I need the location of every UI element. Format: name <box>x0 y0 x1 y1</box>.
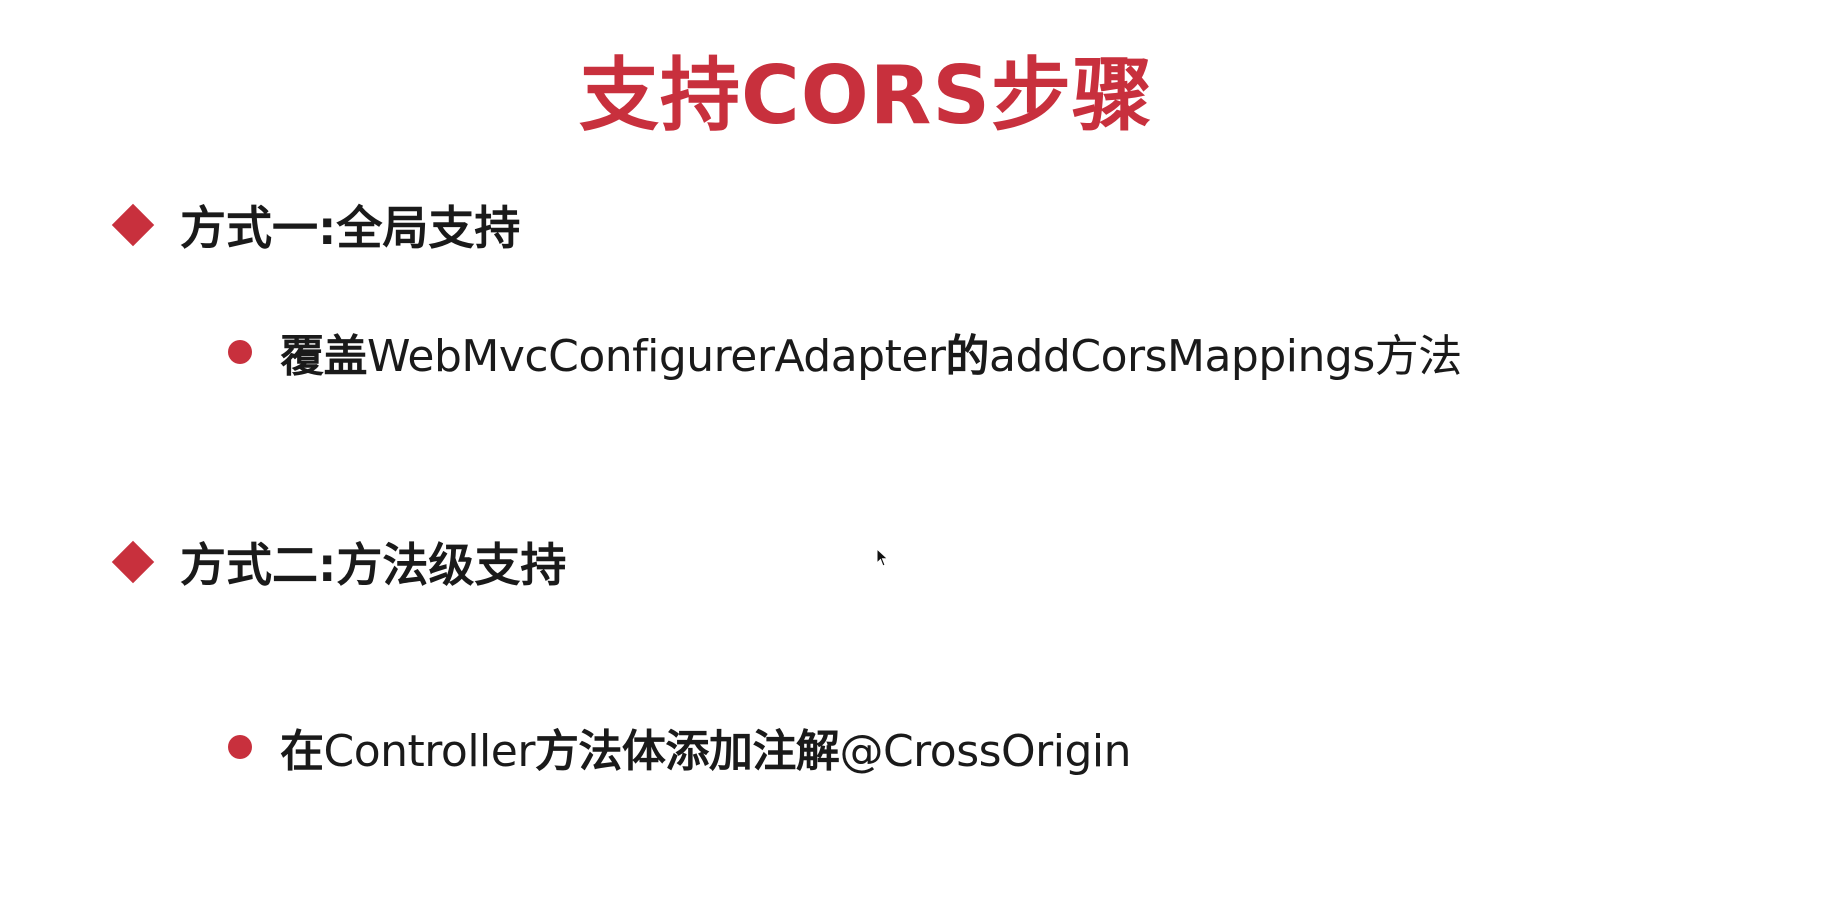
bullet-code-class: WebMvcConfigurerAdapter <box>367 331 946 382</box>
bullet-suffix: 方法 <box>1374 331 1463 382</box>
bullet-text: 覆盖WebMvcConfigurerAdapter的addCorsMapping… <box>280 320 1462 384</box>
section-label: 方式一:全局支持 <box>180 201 521 255</box>
slide-title: 支持CORS步骤 <box>579 49 1153 142</box>
bullet-prefix: 覆盖 <box>280 331 368 382</box>
bullet-method-support: 在Controller方法体添加注解@CrossOrigin <box>228 715 1132 779</box>
bullet-text: 在Controller方法体添加注解@CrossOrigin <box>280 715 1132 779</box>
section-label: 方式二:方法级支持 <box>180 538 567 592</box>
dot-icon <box>228 735 252 759</box>
bullet-code-method: addCorsMappings <box>989 331 1375 382</box>
diamond-icon <box>111 203 155 247</box>
dot-icon <box>228 340 252 364</box>
bullet-prefix: 在 <box>280 726 324 777</box>
bullet-mid: 方法体添加注解 <box>534 726 840 777</box>
diamond-icon <box>111 540 155 584</box>
bullet-global-support: 覆盖WebMvcConfigurerAdapter的addCorsMapping… <box>228 322 1462 382</box>
section-global-support: 方式一:全局支持 <box>111 195 521 255</box>
bullet-code-annotation: @CrossOrigin <box>839 726 1132 777</box>
bullet-mid: 的 <box>945 331 990 382</box>
bullet-code-class: Controller <box>323 726 536 777</box>
section-method-support: 方式二:方法级支持 <box>111 532 567 592</box>
mouse-cursor-icon <box>876 548 889 567</box>
